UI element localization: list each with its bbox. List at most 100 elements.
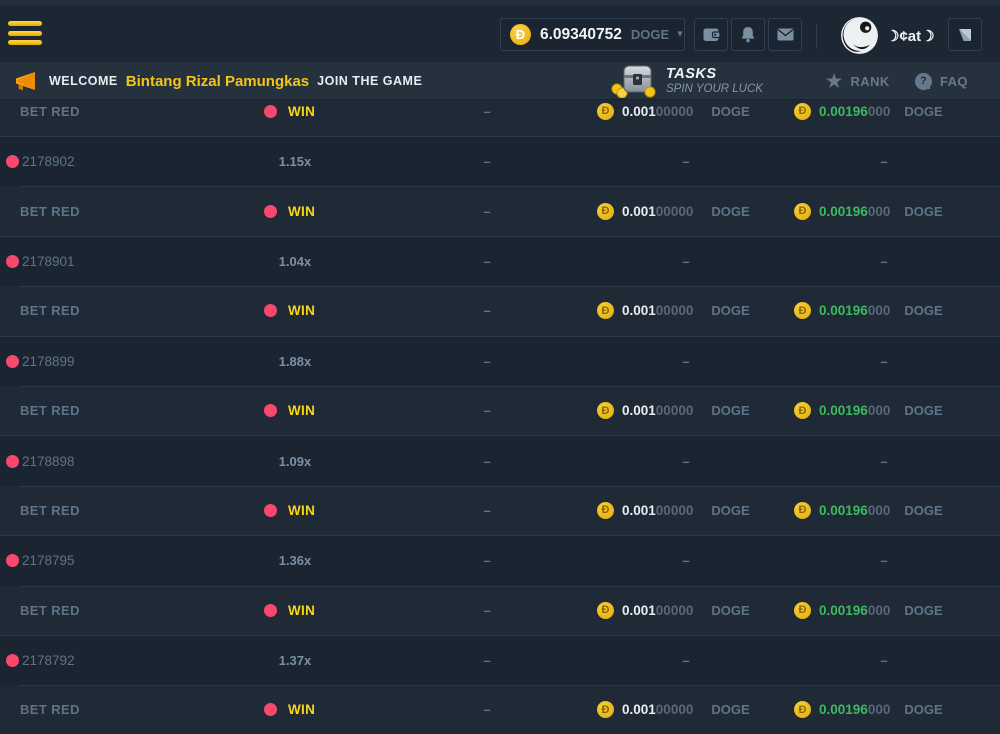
faq-link[interactable]: ? FAQ — [915, 62, 968, 100]
bet-amount: 0.00100000 — [622, 104, 693, 119]
result-label: WIN — [288, 603, 315, 618]
bet-type-label: BET RED — [20, 702, 80, 717]
result-dot — [264, 504, 277, 517]
tasks-title: TASKS — [666, 66, 763, 83]
empty-cell: – — [460, 685, 514, 734]
profit-currency: DOGE — [904, 603, 942, 618]
messages-button[interactable] — [768, 18, 802, 51]
bet-currency: DOGE — [711, 303, 749, 318]
hamburger-bar — [8, 21, 42, 26]
round-status-dot — [6, 355, 19, 368]
welcome-message: WELCOME Bintang Rizal Pamungkas JOIN THE… — [49, 62, 422, 100]
empty-cell: – — [857, 536, 911, 585]
username-label: ☽¢at☽ — [886, 27, 935, 45]
empty-cell: – — [460, 486, 514, 535]
profit-currency: DOGE — [904, 403, 942, 418]
balance-selector[interactable]: Ɖ 6.09340752 DOGE ▾ — [500, 18, 685, 51]
profit-amount-cell: Ɖ 0.00196000 DOGE — [794, 286, 943, 335]
bet-currency: DOGE — [711, 104, 749, 119]
table-row-bet: BET RED WIN – Ɖ 0.00100000 DOGE Ɖ 0.0019… — [0, 386, 1000, 435]
round-multiplier: 1.15x — [240, 137, 350, 186]
bet-currency: DOGE — [711, 702, 749, 717]
empty-cell: – — [857, 237, 911, 286]
round-id: 2178899 — [22, 354, 75, 369]
bet-type-cell: BET RED — [6, 685, 80, 734]
empty-cell: – — [857, 436, 911, 485]
bell-icon — [740, 26, 756, 43]
hamburger-bar — [8, 40, 42, 45]
profit-amount: 0.00196000 — [819, 104, 890, 119]
doge-coin-icon: Ɖ — [597, 203, 614, 220]
balance-amount: 6.09340752 — [540, 26, 622, 44]
result-cell: WIN — [264, 386, 315, 435]
bet-type-cell: BET RED — [6, 286, 80, 335]
bet-currency: DOGE — [711, 403, 749, 418]
table-row-round: 2178901 1.04x – – – — [0, 236, 1000, 286]
bet-type-cell: BET RED — [6, 100, 80, 136]
doge-coin-icon: Ɖ — [794, 203, 811, 220]
table-row-bet: BET RED WIN – Ɖ 0.00100000 DOGE Ɖ 0.0019… — [0, 685, 1000, 734]
round-cell: 2178902 — [6, 137, 75, 186]
hamburger-bar — [8, 31, 42, 36]
profit-currency: DOGE — [904, 303, 942, 318]
hamburger-menu-button[interactable] — [8, 21, 42, 47]
round-multiplier: 1.09x — [240, 436, 350, 485]
doge-coin-icon: Ɖ — [794, 502, 811, 519]
round-id: 2178901 — [22, 254, 75, 269]
casino-bet-history-page: Ɖ 6.09340752 DOGE ▾ — [0, 0, 1000, 734]
live-chat-button[interactable] — [948, 18, 982, 51]
doge-coin-icon: Ɖ — [510, 24, 531, 45]
doge-coin-icon: Ɖ — [597, 103, 614, 120]
bet-amount: 0.00100000 — [622, 303, 693, 318]
result-dot — [264, 604, 277, 617]
notifications-button[interactable] — [731, 18, 765, 51]
doge-coin-icon: Ɖ — [597, 602, 614, 619]
result-cell: WIN — [264, 586, 315, 635]
round-cell: 2178899 — [6, 337, 75, 386]
doge-coin-icon: Ɖ — [794, 602, 811, 619]
welcome-prefix: WELCOME — [49, 74, 118, 88]
table-row-round: 2178792 1.37x – – – — [0, 635, 1000, 685]
result-label: WIN — [288, 403, 315, 418]
result-dot — [264, 105, 277, 118]
bet-history-table: BET RED WIN – Ɖ 0.00100000 DOGE Ɖ 0.0019… — [0, 100, 1000, 734]
bet-amount: 0.00100000 — [622, 702, 693, 717]
envelope-icon — [777, 28, 794, 41]
profit-amount: 0.00196000 — [819, 204, 890, 219]
empty-cell: – — [659, 337, 713, 386]
table-row-bet: BET RED WIN – Ɖ 0.00100000 DOGE Ɖ 0.0019… — [0, 286, 1000, 335]
user-menu[interactable]: ☽¢at☽ ▾ — [886, 5, 957, 67]
rank-link[interactable]: ★ RANK — [826, 62, 890, 100]
round-id: 2178898 — [22, 454, 75, 469]
star-icon: ★ — [826, 72, 843, 90]
bet-type-label: BET RED — [20, 104, 80, 119]
bet-amount: 0.00100000 — [622, 204, 693, 219]
empty-cell: – — [460, 586, 514, 635]
tasks-widget[interactable]: TASKS SPIN YOUR LUCK — [610, 62, 763, 100]
table-row-round: 2178795 1.36x – – – — [0, 535, 1000, 585]
result-dot — [264, 304, 277, 317]
table-row-bet: BET RED WIN – Ɖ 0.00100000 DOGE Ɖ 0.0019… — [0, 186, 1000, 235]
empty-cell: – — [659, 436, 713, 485]
avatar-image — [841, 17, 878, 54]
empty-cell: – — [659, 137, 713, 186]
empty-cell: – — [460, 186, 514, 235]
profit-currency: DOGE — [904, 503, 942, 518]
profit-amount: 0.00196000 — [819, 403, 890, 418]
round-multiplier: 1.37x — [240, 636, 350, 685]
bet-currency: DOGE — [711, 503, 749, 518]
empty-cell: – — [460, 536, 514, 585]
welcome-suffix: JOIN THE GAME — [317, 74, 422, 88]
avatar[interactable] — [841, 17, 878, 54]
wallet-button[interactable] — [694, 18, 728, 51]
doge-coin-icon: Ɖ — [794, 701, 811, 718]
promo-bar: WELCOME Bintang Rizal Pamungkas JOIN THE… — [0, 62, 1000, 100]
profit-amount-cell: Ɖ 0.00196000 DOGE — [794, 586, 943, 635]
bet-amount: 0.00100000 — [622, 403, 693, 418]
empty-cell: – — [460, 386, 514, 435]
round-status-dot — [6, 255, 19, 268]
result-dot — [264, 404, 277, 417]
doge-coin-icon: Ɖ — [794, 103, 811, 120]
bet-amount: 0.00100000 — [622, 503, 693, 518]
profit-amount-cell: Ɖ 0.00196000 DOGE — [794, 186, 943, 235]
